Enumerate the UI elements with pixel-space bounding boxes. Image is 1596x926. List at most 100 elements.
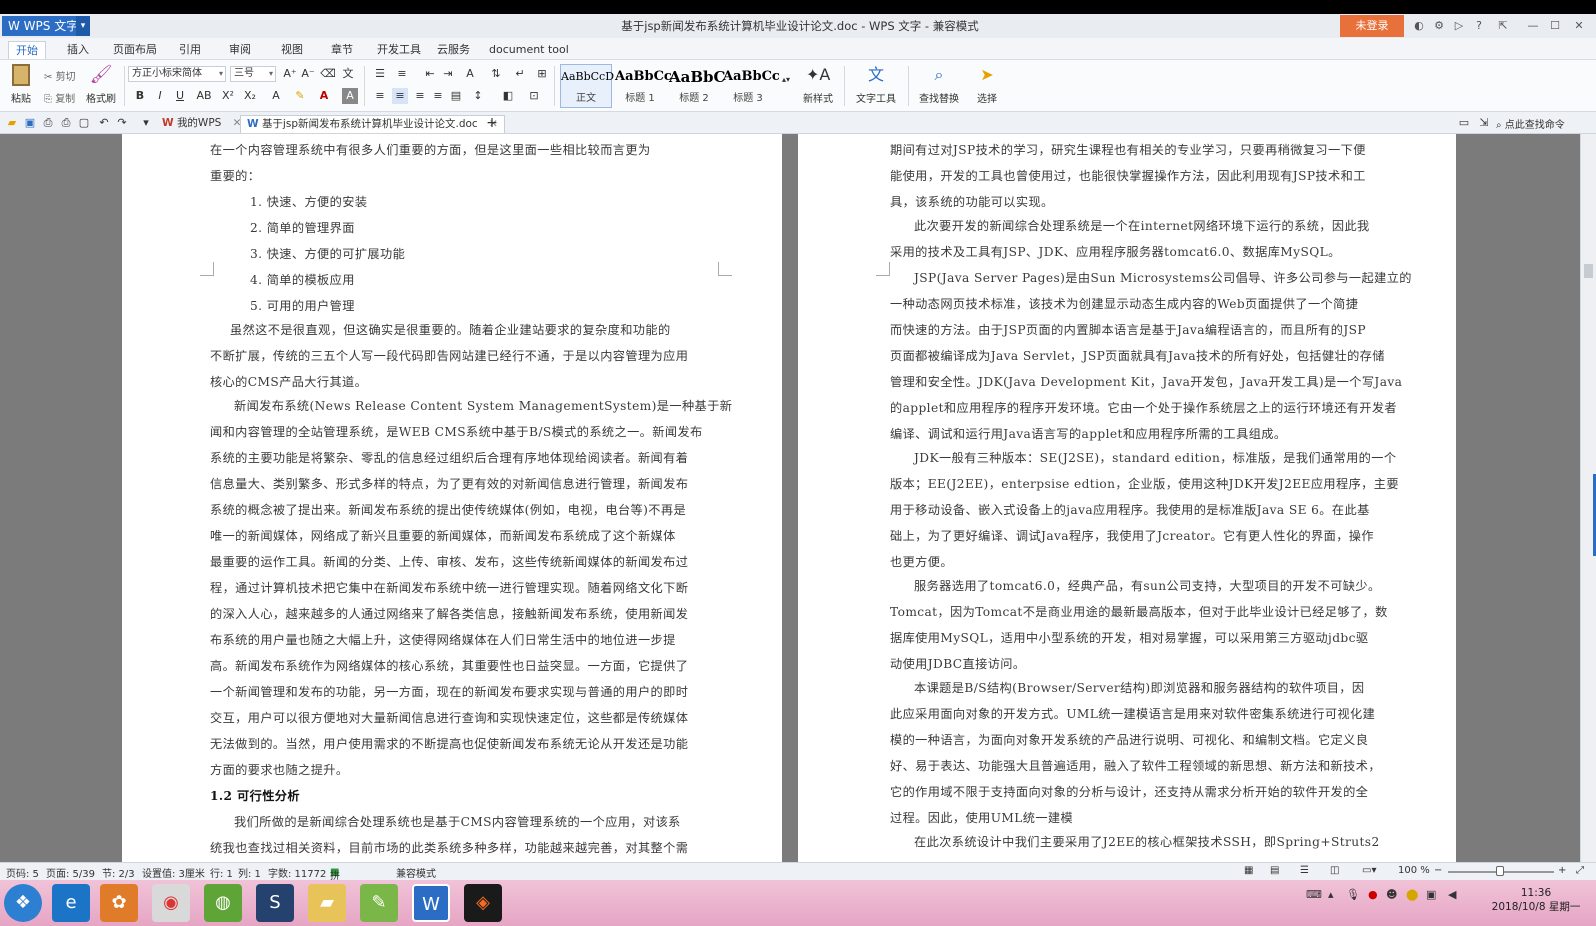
wps-app-menu[interactable]: W WPS 文字 ▾ <box>2 16 90 36</box>
login-button[interactable]: 未登录 <box>1340 15 1404 37</box>
recorder-app-icon[interactable]: ◈ <box>464 884 502 922</box>
copy-button[interactable]: ⎘ 复制 <box>44 90 75 105</box>
undo-icon[interactable]: ↶ <box>96 115 112 131</box>
system-clock[interactable]: 11:36 2018/10/8 星期一 <box>1488 887 1584 914</box>
chinese-layout-icon[interactable]: A <box>462 66 478 82</box>
media-app-icon[interactable]: ✿ <box>100 884 138 922</box>
tab-cloud[interactable]: 云服务 <box>430 41 477 59</box>
tray-network-icon[interactable]: ▣ <box>1426 888 1436 901</box>
maximize-icon[interactable]: ☐ <box>1548 19 1562 33</box>
grow-font-icon[interactable]: A⁺ <box>282 66 298 82</box>
tab-chapter[interactable]: 章节 <box>324 41 360 59</box>
command-search[interactable]: ⌕ 点此查找命令 <box>1496 116 1565 131</box>
notepad-icon[interactable]: ✎ <box>360 884 398 922</box>
share-icon[interactable]: ▷ <box>1452 19 1466 33</box>
highlight-icon[interactable]: ✎ <box>292 88 308 104</box>
tab-active-document[interactable]: W 基于jsp新闻发布系统计算机毕业设计论文.doc ✕ <box>240 115 505 133</box>
tab-document-tool[interactable]: document tool <box>482 41 576 59</box>
tab-review[interactable]: 审阅 <box>222 41 258 59</box>
superscript-icon[interactable]: X² <box>220 88 236 104</box>
close-icon[interactable]: ✕ <box>1572 19 1586 33</box>
format-painter-button[interactable]: 🖌 格式刷 <box>84 64 118 105</box>
view-reading-icon[interactable]: ▦ <box>1244 865 1253 876</box>
internet-explorer-icon[interactable]: e <box>52 884 90 922</box>
style-heading-2[interactable]: AaBbC 标题 2 <box>668 64 725 108</box>
open-folder-icon[interactable]: ▰ <box>4 115 20 131</box>
scroll-thumb[interactable] <box>1584 264 1593 278</box>
wps-writer-icon[interactable]: W <box>412 884 450 922</box>
style-normal[interactable]: AaBbCcD 正文 <box>560 64 614 108</box>
print-preview-icon[interactable]: ▢ <box>76 115 92 131</box>
tray-person-icon[interactable]: ☻ <box>1386 888 1397 901</box>
chrome-icon[interactable]: ◉ <box>152 884 190 922</box>
view-outline-icon[interactable]: ☰ <box>1300 865 1309 876</box>
chevron-down-icon[interactable]: ▾ <box>138 115 154 131</box>
green-app-icon[interactable]: ◍ <box>204 884 242 922</box>
help-icon[interactable]: ? <box>1472 19 1486 33</box>
tab-references[interactable]: 引用 <box>172 41 208 59</box>
text-effect-icon[interactable]: A <box>268 88 284 104</box>
char-shading-icon[interactable]: A <box>342 88 358 104</box>
underline-icon[interactable]: U <box>172 88 188 104</box>
style-heading-1[interactable]: AaBbCc 标题 1 <box>614 64 672 108</box>
align-left-icon[interactable]: ≡ <box>372 88 388 104</box>
redo-icon[interactable]: ↷ <box>114 115 130 131</box>
document-page-left[interactable]: 在一个内容管理系统中有很多人们重要的方面，但是这里面一些相比较而言更为 重要的： 1… <box>122 134 782 862</box>
tab-view[interactable]: 视图 <box>274 41 310 59</box>
italic-icon[interactable]: I <box>152 88 168 104</box>
new-tab-icon[interactable]: + <box>484 115 500 131</box>
status-word-count[interactable]: 字数: 11772 <box>268 865 326 880</box>
file-explorer-icon[interactable]: ▰ <box>308 884 346 922</box>
align-right-icon[interactable]: ≡ <box>412 88 428 104</box>
tab-page-layout[interactable]: 页面布局 <box>106 41 164 59</box>
tray-volume-icon[interactable]: ◀ <box>1448 888 1456 901</box>
zoom-in-icon[interactable]: + <box>1558 865 1566 876</box>
style-heading-3[interactable]: AaBbCc 标题 3 <box>722 64 780 108</box>
shading-icon[interactable]: ◧ <box>500 88 516 104</box>
text-tools-button[interactable]: 文 文字工具 <box>852 64 900 105</box>
print-icon[interactable]: ⎙ <box>58 115 74 131</box>
view-fullscreen-icon[interactable]: ▭▾ <box>1362 865 1376 876</box>
line-spacing-icon[interactable]: ↕ <box>470 88 486 104</box>
minimize-icon[interactable]: — <box>1526 19 1540 33</box>
tray-security-icon[interactable]: ● <box>1368 888 1378 901</box>
phonetic-icon[interactable]: 文 <box>340 66 356 82</box>
decrease-indent-icon[interactable]: ⇤ <box>422 66 438 82</box>
start-button-icon[interactable]: ❖ <box>4 884 42 922</box>
document-page-right[interactable]: 期间有过对JSP技术的学习，研究生课程也有相关的专业学习，只要再稍微复习一下便能… <box>798 134 1456 862</box>
find-replace-button[interactable]: ⌕ 查找替换 <box>914 64 964 105</box>
justify-icon[interactable]: ≡ <box>430 88 446 104</box>
comment-icon[interactable]: ▭ <box>1456 115 1472 131</box>
styles-scroll-icon[interactable]: ▴▾ <box>778 72 794 102</box>
export-icon[interactable]: ⎙ <box>40 115 56 131</box>
settings-icon[interactable]: ⚙ <box>1432 19 1446 33</box>
tab-insert[interactable]: 插入 <box>60 41 96 59</box>
zoom-level[interactable]: 100 % <box>1398 865 1430 876</box>
save-icon[interactable]: ▣ <box>22 115 38 131</box>
tab-developer[interactable]: 开发工具 <box>370 41 428 59</box>
shrink-font-icon[interactable]: A⁻ <box>300 66 316 82</box>
pin-icon[interactable]: ⇲ <box>1476 115 1492 131</box>
strikethrough-icon[interactable]: AB <box>194 88 214 104</box>
sort-icon[interactable]: ⇅ <box>488 66 504 82</box>
eclipse-icon[interactable]: S <box>256 884 294 922</box>
select-button[interactable]: ➤ 选择 <box>970 64 1004 105</box>
tab-my-wps[interactable]: W 我的WPS ✕ <box>156 115 247 133</box>
distribute-icon[interactable]: ▤ <box>448 88 464 104</box>
restore-ribbon-icon[interactable]: ⇱ <box>1496 19 1510 33</box>
tray-mic-icon[interactable]: 🎙 <box>1346 888 1360 901</box>
skin-icon[interactable]: ◐ <box>1412 19 1426 33</box>
fit-page-icon[interactable]: ⤢ <box>1576 865 1584 876</box>
zoom-out-icon[interactable]: − <box>1434 865 1442 876</box>
cut-button[interactable]: ✂ 剪切 <box>44 68 76 83</box>
font-color-icon[interactable]: A <box>316 88 332 104</box>
tab-home[interactable]: 开始 <box>8 41 46 59</box>
subscript-icon[interactable]: X₂ <box>242 88 258 104</box>
paste-button[interactable]: 粘贴 <box>6 64 36 105</box>
chevron-down-icon[interactable]: ▾ <box>76 16 90 36</box>
new-style-button[interactable]: ✦A 新样式 <box>798 64 838 105</box>
align-center-icon[interactable]: ≡ <box>392 88 408 104</box>
font-name-select[interactable]: 方正小标宋简体 <box>128 66 226 82</box>
font-size-select[interactable]: 三号 <box>230 66 276 82</box>
table-grid-icon[interactable]: ⊞ <box>534 66 550 82</box>
